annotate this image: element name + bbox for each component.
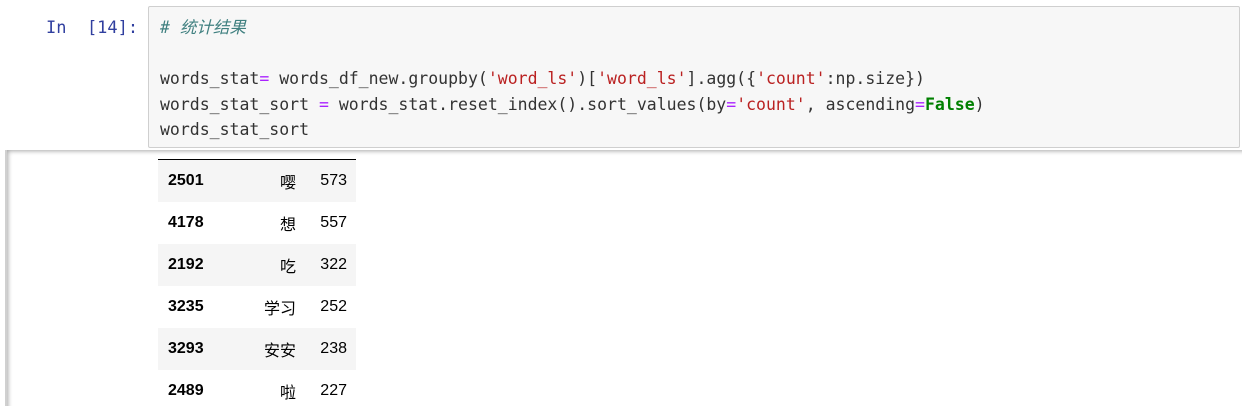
table-row: 3293 安安 238 [158, 327, 356, 370]
word-cell: 学习 [263, 300, 296, 318]
count-cell: 322 [320, 255, 347, 273]
code-comment: # 统计结果 [160, 18, 246, 37]
row-index: 2489 [168, 381, 204, 399]
count-cell: 557 [320, 213, 347, 231]
output-area[interactable]: 2501 嘤 573 4178 想 557 2192 吃 322 3235 学习 252 3293 安安 2… [5, 150, 1242, 406]
row-index: 4178 [168, 213, 204, 231]
input-prompt: In [14]: [46, 18, 139, 38]
row-index: 3293 [168, 339, 204, 357]
table-row: 2489 啦 227 [158, 370, 356, 406]
row-index: 2501 [168, 171, 204, 189]
code-text: # 统计结果 words_stat= words_df_new.groupby(… [160, 15, 985, 143]
word-cell: 啦 [279, 384, 296, 402]
code-line-3: words_stat_sort [160, 120, 310, 139]
code-editor[interactable]: # 统计结果 words_stat= words_df_new.groupby(… [148, 6, 1240, 148]
row-index: 3235 [168, 297, 204, 315]
table-row: 2192 吃 322 [158, 243, 356, 286]
word-cell: 吃 [279, 258, 296, 276]
code-line-1: words_stat= words_df_new.groupby('word_l… [160, 69, 925, 88]
table-row: 4178 想 557 [158, 202, 356, 244]
code-line-2: words_stat_sort = words_stat.reset_index… [160, 94, 985, 114]
dataframe-table: 2501 嘤 573 4178 想 557 2192 吃 322 3235 学习 252 3293 安安 2… [158, 159, 356, 406]
code-cell[interactable]: In [14]: # 统计结果 words_stat= words_df_new… [0, 0, 1242, 150]
count-cell: 238 [320, 339, 347, 357]
row-index: 2192 [168, 255, 204, 273]
count-cell: 252 [320, 297, 347, 315]
word-cell: 想 [279, 216, 296, 234]
word-cell: 安安 [263, 342, 296, 360]
count-cell: 573 [320, 171, 347, 189]
word-cell: 嘤 [279, 174, 296, 192]
table-row: 2501 嘤 573 [158, 159, 356, 202]
table-row: 3235 学习 252 [158, 286, 356, 328]
count-cell: 227 [320, 381, 347, 399]
